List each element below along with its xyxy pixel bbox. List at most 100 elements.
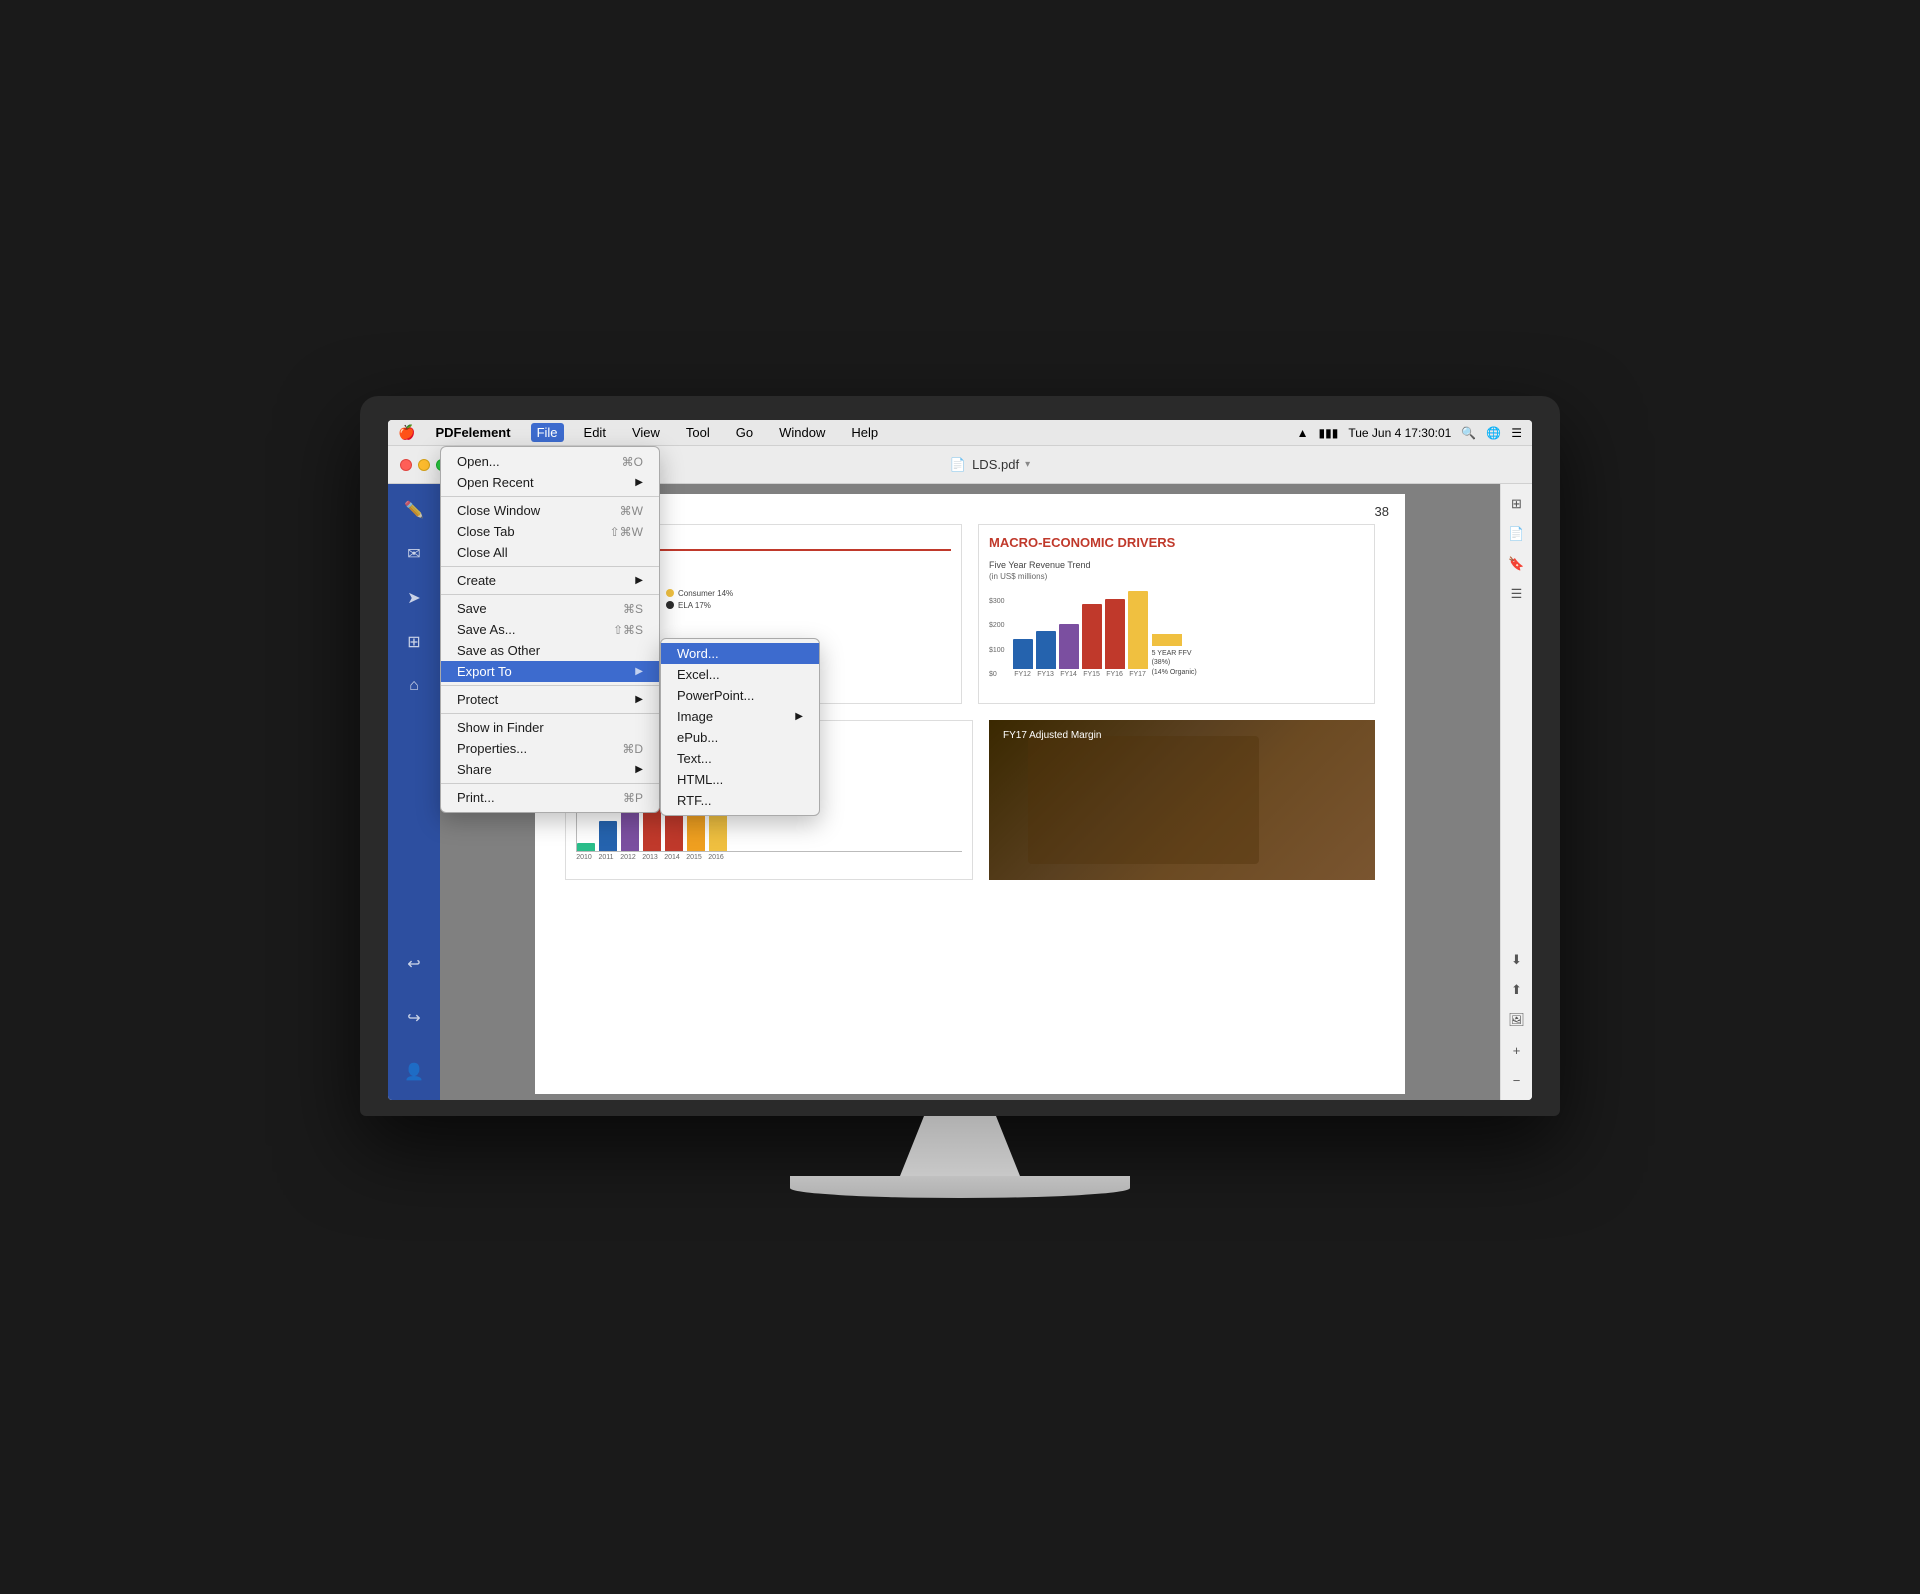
- upload-tool-icon[interactable]: ⬆: [1505, 978, 1529, 1002]
- export-excel[interactable]: Excel...: [661, 664, 819, 685]
- export-rtf[interactable]: RTF...: [661, 790, 819, 811]
- rev-xlabel-fy13: FY13: [1036, 671, 1056, 678]
- menu-export-to[interactable]: Export To ▶: [441, 661, 659, 682]
- help-menu[interactable]: Help: [845, 423, 884, 442]
- menu-close-window-label: Close Window: [457, 503, 540, 518]
- menu-close-tab[interactable]: Close Tab ⇧⌘W: [441, 521, 659, 542]
- menu-protect-label: Protect: [457, 692, 498, 707]
- sidebar-redo-icon[interactable]: ↪: [396, 1000, 432, 1036]
- list-icon[interactable]: ☰: [1511, 426, 1522, 440]
- sales-year-labels: 2010 2011 2012 2013 2014 2015 2016: [576, 854, 962, 861]
- menu-open[interactable]: Open... ⌘O: [441, 451, 659, 472]
- legend-ela: ELA 17%: [666, 601, 733, 610]
- page-number: 38: [1375, 504, 1389, 519]
- separator-2: [441, 566, 659, 567]
- menu-tool-icon[interactable]: ☰: [1505, 582, 1529, 606]
- export-powerpoint[interactable]: PowerPoint...: [661, 685, 819, 706]
- sidebar-home-icon[interactable]: ⌂: [396, 668, 432, 704]
- export-word[interactable]: Word...: [661, 643, 819, 664]
- menu-share[interactable]: Share ▶: [441, 759, 659, 780]
- export-epub[interactable]: ePub...: [661, 727, 819, 748]
- image-tool-icon[interactable]: 🖼: [1505, 1008, 1529, 1032]
- minus-tool-icon[interactable]: −: [1505, 1068, 1529, 1092]
- monitor-screen: 🍎 PDFelement File Edit View Tool Go Wind…: [388, 420, 1532, 1100]
- file-dropdown-menu: Open... ⌘O Open Recent ▶ Close Window ⌘W: [440, 446, 660, 813]
- file-menu[interactable]: File: [531, 423, 564, 442]
- view-menu[interactable]: View: [626, 423, 666, 442]
- close-button[interactable]: [400, 459, 412, 471]
- globe-icon[interactable]: 🌐: [1486, 426, 1501, 440]
- chevron-down-icon[interactable]: ▾: [1025, 459, 1030, 470]
- menu-print-shortcut: ⌘P: [623, 791, 643, 805]
- mac-window: 🍎 PDFelement File Edit View Tool Go Wind…: [388, 420, 1532, 1100]
- grid-tool-icon[interactable]: ⊞: [1505, 492, 1529, 516]
- export-rtf-label: RTF...: [677, 793, 711, 808]
- menu-save-shortcut: ⌘S: [623, 602, 643, 616]
- menu-properties[interactable]: Properties... ⌘D: [441, 738, 659, 759]
- edit-menu[interactable]: Edit: [578, 423, 612, 442]
- separator-6: [441, 783, 659, 784]
- revenue-x-labels: FY12 FY13 FY14 FY15 FY16 FY17: [1013, 671, 1148, 678]
- sidebar-pen-icon[interactable]: ✏️: [396, 492, 432, 528]
- menu-save-as-other[interactable]: Save as Other: [441, 640, 659, 661]
- separator-4: [441, 685, 659, 686]
- apple-menu-icon[interactable]: 🍎: [398, 424, 415, 441]
- menu-protect[interactable]: Protect ▶: [441, 689, 659, 710]
- menu-close-all[interactable]: Close All: [441, 542, 659, 563]
- menu-open-shortcut: ⌘O: [622, 455, 643, 469]
- menu-close-all-label: Close All: [457, 545, 508, 560]
- menubar-right: ▲ ▮▮▮ Tue Jun 4 17:30:01 🔍 🌐 ☰: [1297, 426, 1522, 440]
- right-toolbar: ⊞ 📄 🔖 ☰ ⬇ ⬆ 🖼 + −: [1500, 484, 1532, 1100]
- menu-open-recent[interactable]: Open Recent ▶: [441, 472, 659, 493]
- search-icon[interactable]: 🔍: [1461, 426, 1476, 440]
- separator-5: [441, 713, 659, 714]
- menu-save-as-other-label: Save as Other: [457, 643, 540, 658]
- sidebar-undo-icon[interactable]: ↩: [396, 946, 432, 982]
- year-2014: 2014: [664, 854, 680, 861]
- monitor-stand-neck: [900, 1116, 1020, 1176]
- menu-close-tab-shortcut: ⇧⌘W: [610, 525, 643, 539]
- plus-tool-icon[interactable]: +: [1505, 1038, 1529, 1062]
- separator-1: [441, 496, 659, 497]
- export-html[interactable]: HTML...: [661, 769, 819, 790]
- sidebar-mail-icon[interactable]: ✉: [396, 536, 432, 572]
- doc-tool-icon[interactable]: 📄: [1505, 522, 1529, 546]
- fy17-label: FY17 Adjusted Margin: [1003, 730, 1101, 741]
- tool-menu[interactable]: Tool: [680, 423, 716, 442]
- menu-save[interactable]: Save ⌘S: [441, 598, 659, 619]
- legend-consumer: Consumer 14%: [666, 589, 733, 598]
- menu-close-window[interactable]: Close Window ⌘W: [441, 500, 659, 521]
- minimize-button[interactable]: [418, 459, 430, 471]
- pie-legend: Consumer 14% ELA 17%: [666, 589, 733, 610]
- monitor-bezel: 🍎 PDFelement File Edit View Tool Go Wind…: [360, 396, 1560, 1116]
- year-2011: 2011: [598, 854, 614, 861]
- menu-save-as[interactable]: Save As... ⇧⌘S: [441, 619, 659, 640]
- window-menu[interactable]: Window: [773, 423, 831, 442]
- sales-bar-2011: [599, 821, 617, 851]
- sidebar-layers-icon[interactable]: ⊞: [396, 624, 432, 660]
- revenue-bars: [1013, 589, 1148, 669]
- revenue-y-labels: $300 $200 $100 $0: [989, 598, 1005, 678]
- rev-bar-fy13: [1036, 631, 1056, 669]
- menu-create[interactable]: Create ▶: [441, 570, 659, 591]
- menu-properties-label: Properties...: [457, 741, 527, 756]
- bookmark-tool-icon[interactable]: 🔖: [1505, 552, 1529, 576]
- menu-print[interactable]: Print... ⌘P: [441, 787, 659, 808]
- legend-ela-label: ELA 17%: [678, 601, 711, 610]
- go-menu[interactable]: Go: [730, 423, 759, 442]
- sidebar-user-icon[interactable]: 👤: [396, 1054, 432, 1090]
- export-image[interactable]: Image ▶: [661, 706, 819, 727]
- image-arrow: ▶: [795, 711, 803, 722]
- download-tool-icon[interactable]: ⬇: [1505, 948, 1529, 972]
- export-text[interactable]: Text...: [661, 748, 819, 769]
- menu-close-tab-label: Close Tab: [457, 524, 515, 539]
- menu-save-as-label: Save As...: [457, 622, 516, 637]
- sidebar-send-icon[interactable]: ➤: [396, 580, 432, 616]
- menu-show-in-finder[interactable]: Show in Finder: [441, 717, 659, 738]
- menu-close-window-shortcut: ⌘W: [620, 504, 643, 518]
- rev-label-300: $300: [989, 598, 1005, 605]
- legend-consumer-label: Consumer 14%: [678, 589, 733, 598]
- export-to-submenu: Word... Excel... PowerPoint... Image ▶: [660, 638, 820, 816]
- export-html-label: HTML...: [677, 772, 723, 787]
- app-name[interactable]: PDFelement: [429, 423, 516, 442]
